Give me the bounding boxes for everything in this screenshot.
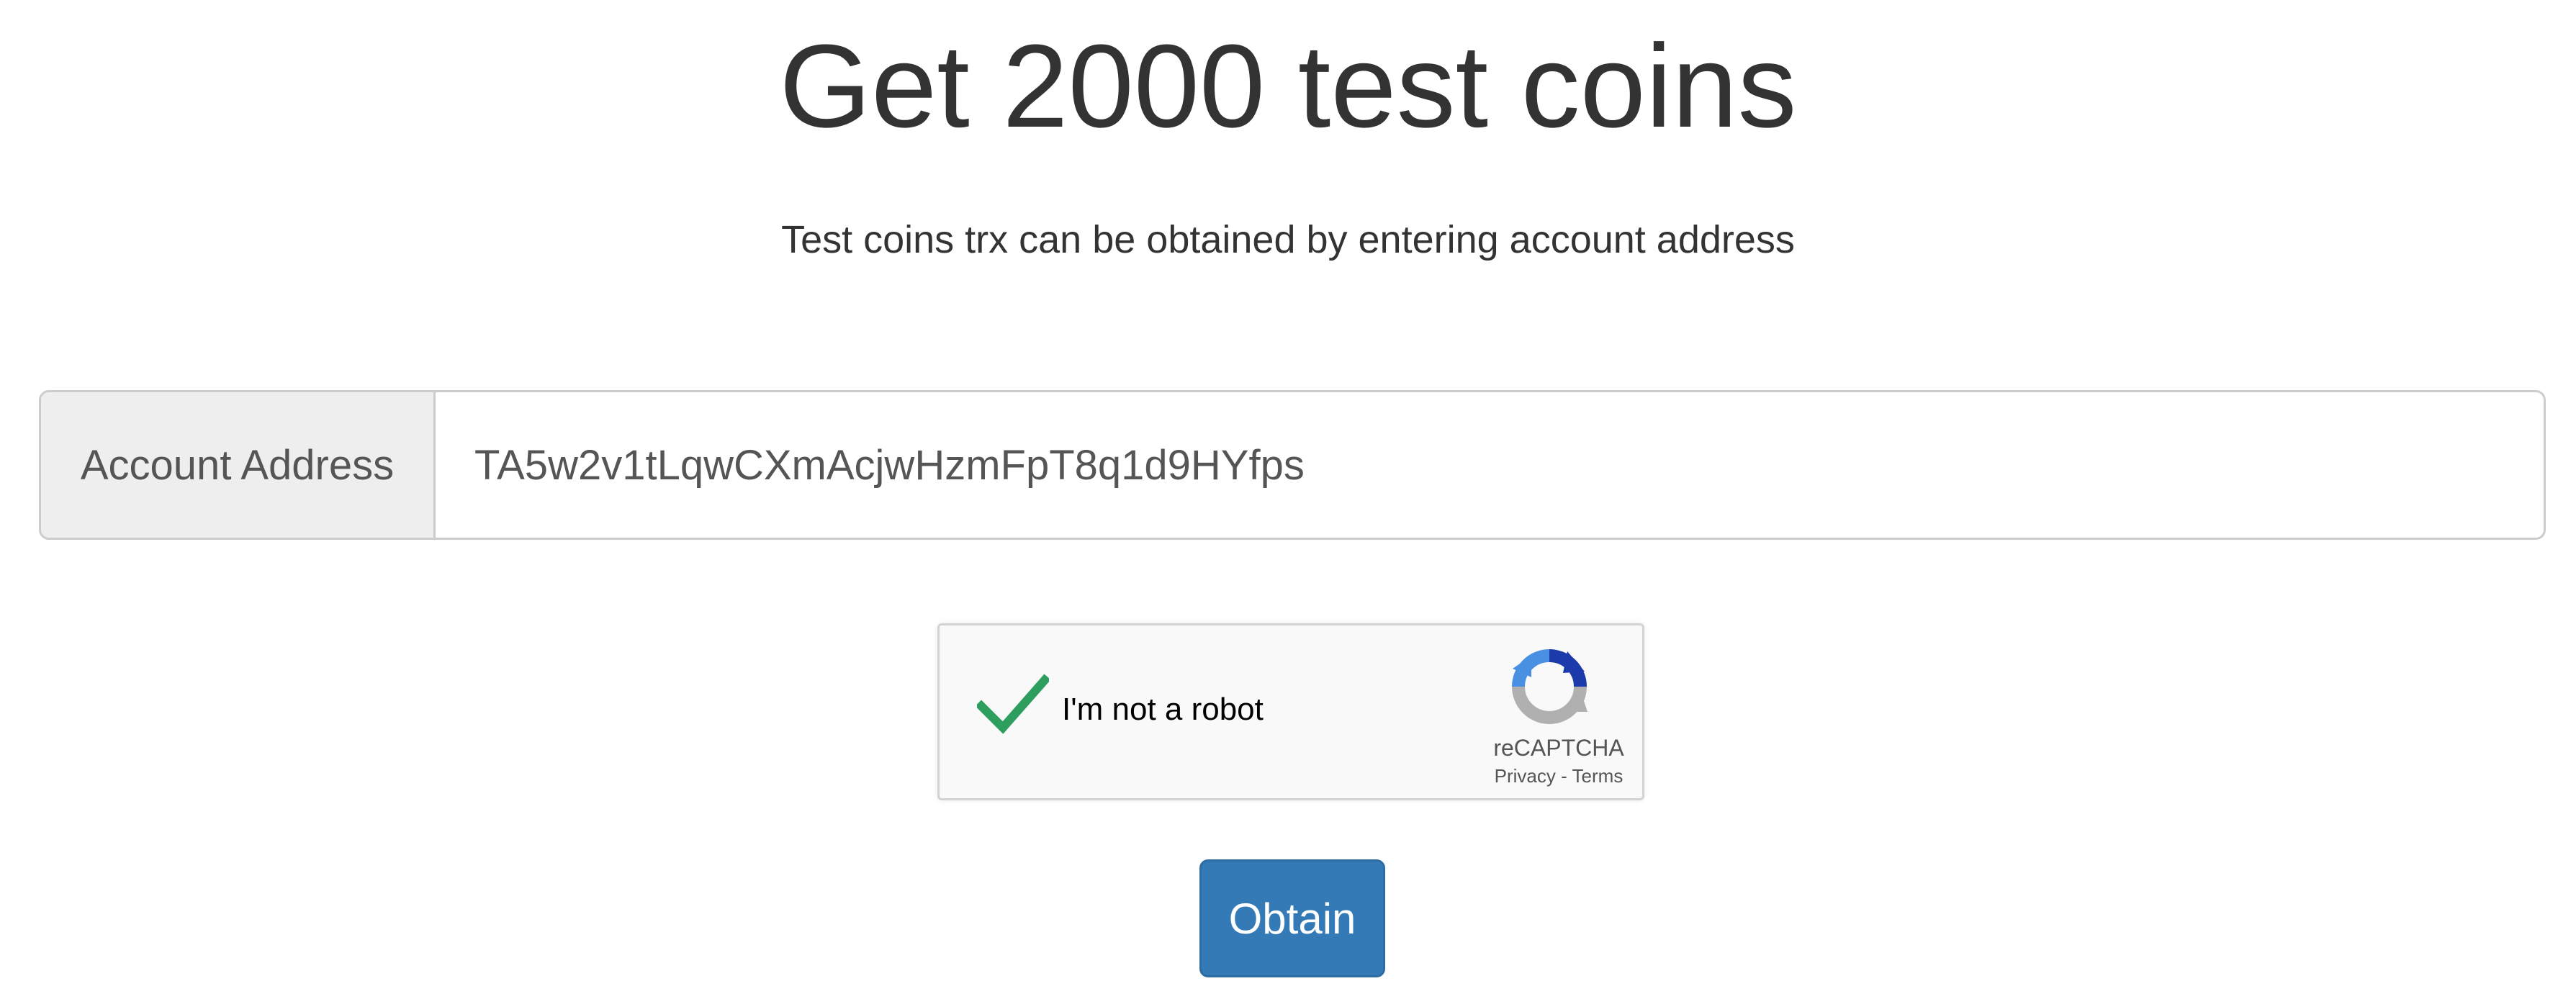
privacy-link[interactable]: Privacy <box>1495 765 1556 787</box>
recaptcha-links: Privacy - Terms <box>1472 765 1645 787</box>
account-address-group: Account Address <box>39 390 2546 540</box>
terms-link[interactable]: Terms <box>1572 765 1623 787</box>
page-title: Get 2000 test coins <box>779 20 1797 152</box>
links-separator: - <box>1555 765 1572 787</box>
checkmark-icon[interactable] <box>977 673 1049 738</box>
recaptcha-label: I'm not a robot <box>1062 692 1264 727</box>
account-address-label: Account Address <box>41 392 436 538</box>
recaptcha-logo-icon <box>1512 649 1588 724</box>
account-address-input[interactable] <box>436 392 2544 538</box>
obtain-button[interactable]: Obtain <box>1199 859 1385 977</box>
page-subtitle: Test coins trx can be obtained by enteri… <box>781 218 1795 261</box>
recaptcha-brand: reCAPTCHA <box>1493 735 1624 761</box>
recaptcha-widget: I'm not a robot reCAPTCHA Privacy - Term… <box>937 623 1644 800</box>
